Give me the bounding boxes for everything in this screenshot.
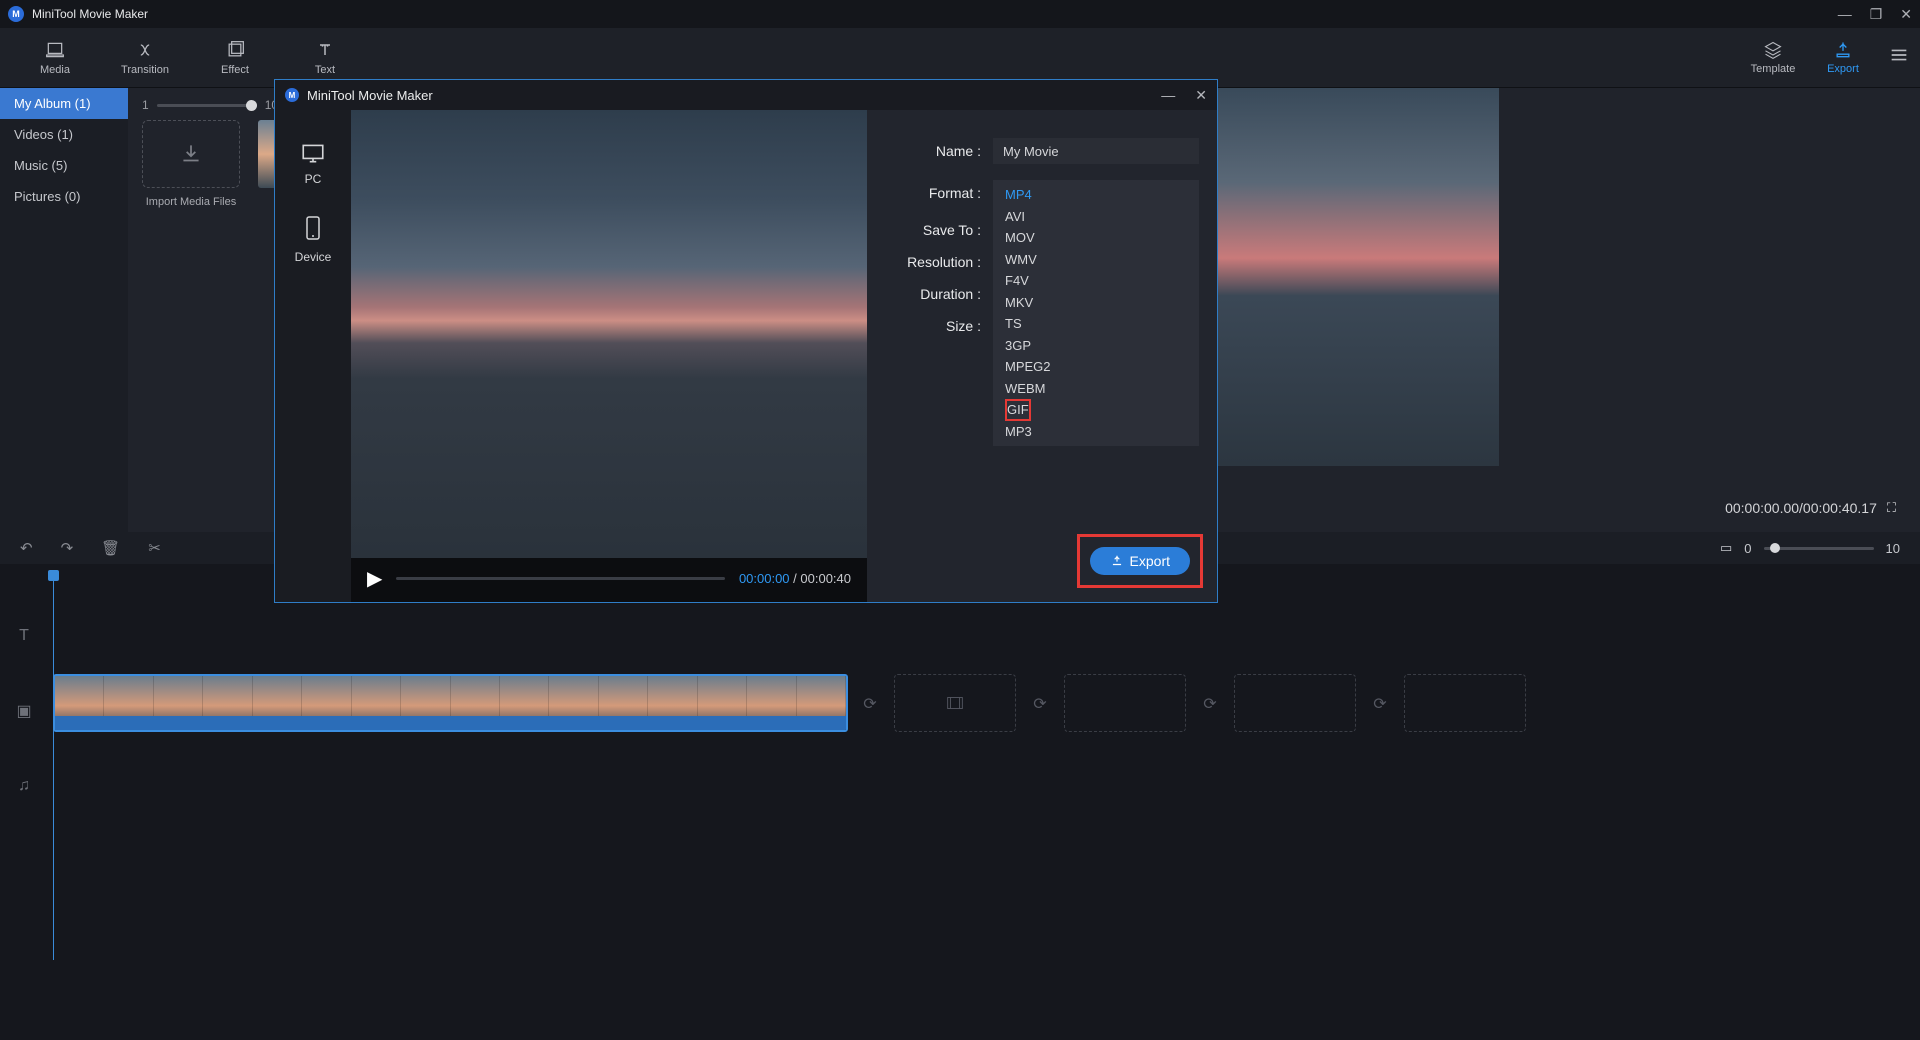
- format-option-mkv[interactable]: MKV: [993, 292, 1199, 314]
- link-icon[interactable]: ⟳: [1368, 692, 1392, 716]
- saveto-label: Save To :: [885, 222, 981, 238]
- video-track[interactable]: ▣ ⟳ ⟳ ⟳ ⟳: [0, 674, 1920, 748]
- empty-clip-slot[interactable]: [1404, 674, 1526, 732]
- export-button-highlight: Export: [1077, 534, 1203, 588]
- dialog-tab-pc[interactable]: PC: [300, 140, 326, 186]
- tab-template[interactable]: Template: [1738, 40, 1808, 75]
- dialog-preview: ▶ 00:00:00 / 00:00:40: [351, 110, 867, 602]
- format-label: Format :: [885, 185, 981, 201]
- dialog-logo-icon: M: [285, 88, 299, 102]
- video-track-icon: ▣: [0, 701, 48, 721]
- zoom-min: 1: [142, 98, 149, 112]
- timeline-zoom-max: 10: [1886, 541, 1900, 556]
- format-option-gif[interactable]: GIF: [1005, 399, 1031, 421]
- fit-icon[interactable]: ▭: [1720, 540, 1732, 556]
- preview-scrubber[interactable]: [396, 577, 725, 580]
- format-option-mpeg2[interactable]: MPEG2: [993, 356, 1199, 378]
- format-option-3gp[interactable]: 3GP: [993, 335, 1199, 357]
- tab-text[interactable]: Text: [280, 40, 370, 76]
- dialog-title: MiniTool Movie Maker: [307, 88, 433, 103]
- text-track[interactable]: T: [0, 612, 1920, 660]
- tab-text-label: Text: [315, 64, 335, 76]
- format-option-ts[interactable]: TS: [993, 313, 1199, 335]
- dialog-tab-pc-label: PC: [305, 172, 322, 186]
- format-option-wmv[interactable]: WMV: [993, 249, 1199, 271]
- timeline-zoom-slider[interactable]: [1764, 547, 1874, 550]
- undo-icon[interactable]: ↶: [20, 539, 33, 557]
- media-zoom-slider[interactable]: [157, 104, 257, 107]
- tab-export[interactable]: Export: [1808, 40, 1878, 75]
- dialog-tab-device-label: Device: [295, 250, 332, 264]
- hamburger-menu-icon[interactable]: [1888, 44, 1910, 71]
- tab-effect-label: Effect: [221, 64, 249, 76]
- split-icon[interactable]: ✂: [148, 539, 161, 557]
- sidebar-item-my-album[interactable]: My Album (1): [0, 88, 128, 119]
- audio-track[interactable]: ♫: [0, 762, 1920, 810]
- main-timecode: 00:00:00.00/00:00:40.17 ⛶: [1725, 500, 1896, 516]
- text-track-icon: T: [0, 627, 48, 645]
- empty-clip-slot[interactable]: [894, 674, 1016, 732]
- export-form: Name : Format : MP4 ▾ Save To : Resoluti…: [867, 110, 1217, 602]
- dialog-minimize-icon[interactable]: ―: [1161, 87, 1175, 104]
- media-sidebar: My Album (1) Videos (1) Music (5) Pictur…: [0, 88, 128, 538]
- format-option-mp4[interactable]: MP4: [993, 184, 1199, 206]
- format-dropdown: MP4AVIMOVWMVF4VMKVTS3GPMPEG2WEBMGIFMP3: [993, 180, 1199, 446]
- redo-icon[interactable]: ↷: [61, 539, 74, 557]
- tab-media-label: Media: [40, 64, 70, 76]
- name-input[interactable]: [993, 138, 1199, 164]
- import-media-card[interactable]: [142, 120, 240, 188]
- empty-clip-slot[interactable]: [1234, 674, 1356, 732]
- dialog-tab-device[interactable]: Device: [295, 214, 332, 264]
- empty-clip-slot[interactable]: [1064, 674, 1186, 732]
- fullscreen-icon[interactable]: ⛶: [1887, 500, 1896, 516]
- format-option-webm[interactable]: WEBM: [993, 378, 1199, 400]
- play-icon[interactable]: ▶: [367, 566, 382, 591]
- sidebar-item-pictures[interactable]: Pictures (0): [0, 181, 128, 212]
- dialog-preview-image: [351, 110, 867, 558]
- video-clip[interactable]: [53, 674, 848, 732]
- audio-waveform: [55, 716, 846, 730]
- preview-time: 00:00:00 / 00:00:40: [739, 571, 851, 586]
- export-dialog: M MiniTool Movie Maker ― ✕ PC Device ▶ 0…: [274, 79, 1218, 603]
- sidebar-item-music[interactable]: Music (5): [0, 150, 128, 181]
- titlebar: M MiniTool Movie Maker ― ❐ ✕: [0, 0, 1920, 28]
- close-icon[interactable]: ✕: [1900, 6, 1912, 23]
- tab-effect[interactable]: Effect: [190, 40, 280, 76]
- link-icon[interactable]: ⟳: [1028, 692, 1052, 716]
- maximize-icon[interactable]: ❐: [1870, 6, 1883, 23]
- link-icon[interactable]: ⟳: [858, 692, 882, 716]
- tab-transition[interactable]: Transition: [100, 40, 190, 76]
- format-option-mov[interactable]: MOV: [993, 227, 1199, 249]
- dialog-close-icon[interactable]: ✕: [1195, 87, 1207, 104]
- duration-label: Duration :: [885, 286, 981, 302]
- dialog-sidebar: PC Device: [275, 110, 351, 602]
- format-option-mp3[interactable]: MP3: [993, 421, 1199, 443]
- delete-icon[interactable]: 🗑: [101, 539, 120, 557]
- tab-template-label: Template: [1751, 63, 1796, 75]
- tab-export-label: Export: [1827, 63, 1859, 75]
- format-option-f4v[interactable]: F4V: [993, 270, 1199, 292]
- audio-track-icon: ♫: [0, 777, 48, 795]
- tab-transition-label: Transition: [121, 64, 169, 76]
- app-logo-icon: M: [8, 6, 24, 22]
- tab-media[interactable]: Media: [10, 40, 100, 76]
- format-option-avi[interactable]: AVI: [993, 206, 1199, 228]
- minimize-icon[interactable]: ―: [1838, 6, 1852, 23]
- app-title: MiniTool Movie Maker: [32, 7, 148, 21]
- export-button-label: Export: [1130, 553, 1170, 569]
- resolution-label: Resolution :: [885, 254, 981, 270]
- import-media-label: Import Media Files: [142, 196, 240, 208]
- link-icon[interactable]: ⟳: [1198, 692, 1222, 716]
- timeline[interactable]: T ▣ ⟳ ⟳ ⟳ ⟳ ♫: [0, 564, 1920, 1040]
- sidebar-item-videos[interactable]: Videos (1): [0, 119, 128, 150]
- name-label: Name :: [885, 143, 981, 159]
- dialog-titlebar: M MiniTool Movie Maker ― ✕: [275, 80, 1217, 110]
- timeline-zoom-min: 0: [1744, 541, 1751, 556]
- export-button[interactable]: Export: [1090, 547, 1190, 575]
- size-label: Size :: [885, 318, 981, 334]
